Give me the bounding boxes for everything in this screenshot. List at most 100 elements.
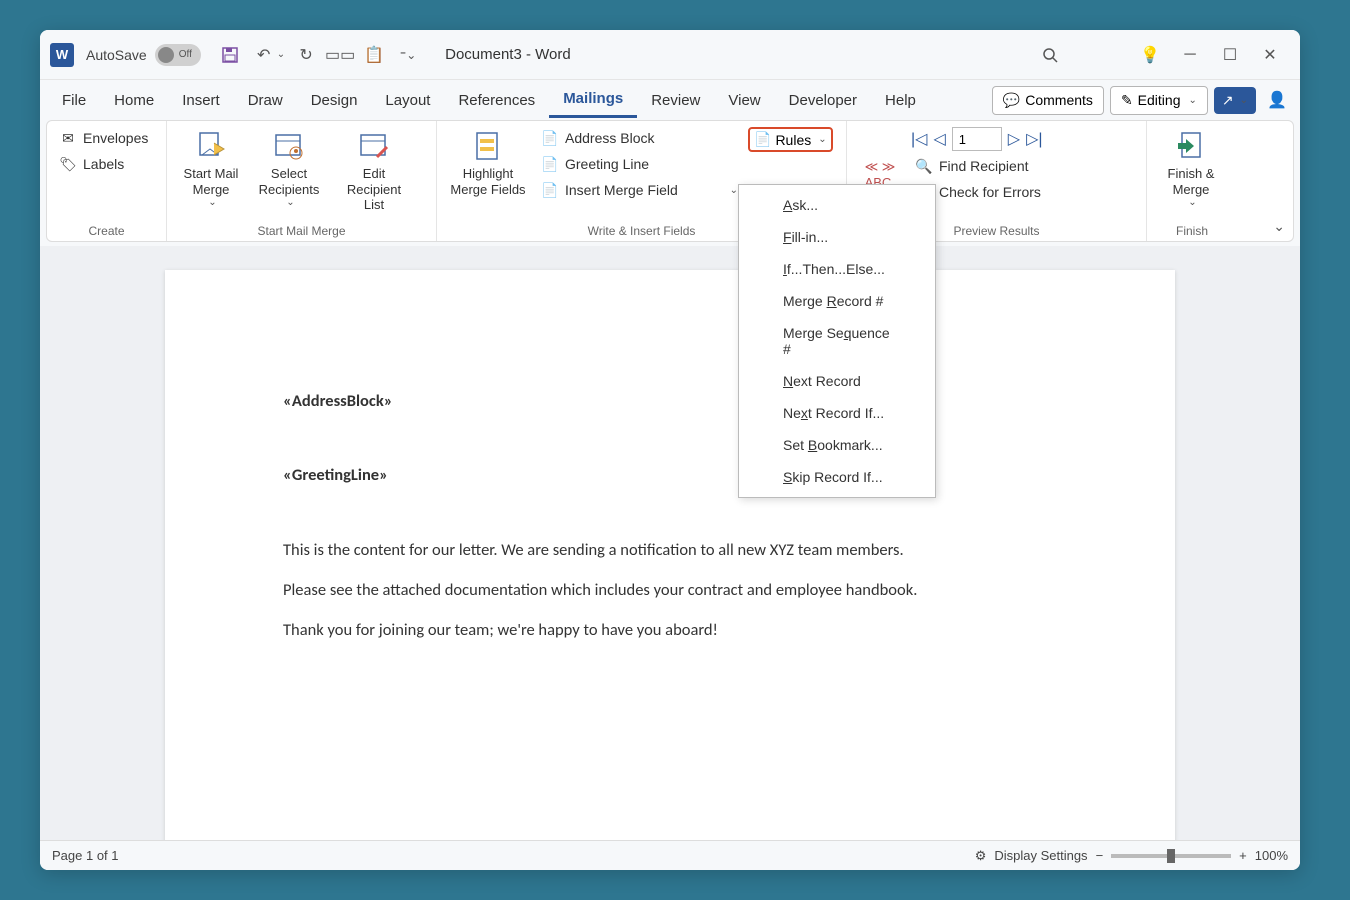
minimize-button[interactable]: ─ xyxy=(1170,35,1210,75)
insert-merge-field-button[interactable]: 📄 Insert Merge Field ⌄ xyxy=(537,179,742,201)
word-app-icon: W xyxy=(50,43,74,67)
group-finish-label: Finish xyxy=(1155,222,1229,238)
ribbon: ✉ Envelopes 🏷 Labels Create Start Mail M… xyxy=(46,120,1294,242)
page[interactable]: «AddressBlock» «GreetingLine» This is th… xyxy=(165,270,1175,840)
editing-mode-button[interactable]: ✎ Editing ⌄ xyxy=(1110,86,1208,115)
tab-developer[interactable]: Developer xyxy=(775,84,871,117)
document-area[interactable]: «AddressBlock» «GreetingLine» This is th… xyxy=(40,246,1300,840)
label-icon: 🏷 xyxy=(59,155,77,173)
prev-record-button[interactable]: ◁ xyxy=(933,129,945,149)
last-record-button[interactable]: ▷| xyxy=(1026,129,1042,149)
finish-icon xyxy=(1174,129,1208,163)
autosave-toggle[interactable]: Off xyxy=(155,44,201,66)
address-block-button[interactable]: 📄 Address Block xyxy=(537,127,742,149)
select-recipients-button[interactable]: Select Recipients⌄ xyxy=(253,127,325,222)
tab-view[interactable]: View xyxy=(714,84,774,117)
chevron-down-icon: ⌄ xyxy=(1188,95,1196,106)
collapse-ribbon-button[interactable]: ⌄ xyxy=(1273,218,1285,235)
document-title: Document3 - Word xyxy=(445,46,571,63)
address-block-icon: 📄 xyxy=(541,129,559,147)
rules-menu-item-2[interactable]: If...Then...Else... xyxy=(739,253,935,285)
tab-help[interactable]: Help xyxy=(871,84,930,117)
rules-menu-item-0[interactable]: Ask... xyxy=(739,189,935,221)
edit-list-icon xyxy=(357,129,391,163)
search-icon[interactable] xyxy=(1030,35,1070,75)
finish-merge-button[interactable]: Finish & Merge⌄ xyxy=(1155,127,1227,222)
lightbulb-icon[interactable]: 💡 xyxy=(1130,35,1170,75)
zoom-in-button[interactable]: + xyxy=(1239,848,1247,863)
comment-icon: 💬 xyxy=(1003,92,1020,109)
edit-recipient-list-button[interactable]: Edit Recipient List xyxy=(331,127,417,222)
rules-menu-item-8[interactable]: Skip Record If... xyxy=(739,461,935,493)
record-number-input[interactable] xyxy=(952,127,1002,151)
rules-menu-item-7[interactable]: Set Bookmark... xyxy=(739,429,935,461)
zoom-slider[interactable] xyxy=(1111,854,1231,858)
body-para-1[interactable]: This is the content for our letter. We a… xyxy=(283,539,1065,561)
rules-menu-item-3[interactable]: Merge Record # xyxy=(739,285,935,317)
tab-file[interactable]: File xyxy=(48,84,100,117)
greeting-line-field[interactable]: «GreetingLine» xyxy=(283,464,1065,486)
share-icon: ↗ xyxy=(1222,92,1234,109)
body-para-3[interactable]: Thank you for joining our team; we're ha… xyxy=(283,619,1065,641)
page-indicator[interactable]: Page 1 of 1 xyxy=(52,848,119,863)
display-settings-button[interactable]: Display Settings xyxy=(994,848,1087,863)
record-nav: |◁ ◁ ▷ ▷| xyxy=(911,127,1138,151)
tab-home[interactable]: Home xyxy=(100,84,168,117)
collab-icon[interactable]: 👤 xyxy=(1262,80,1292,120)
group-start-mail-merge-label: Start Mail Merge xyxy=(175,222,428,238)
find-recipient-button[interactable]: 🔍 Find Recipient xyxy=(911,155,1138,177)
rules-menu-item-1[interactable]: Fill-in... xyxy=(739,221,935,253)
rules-icon: 📄 xyxy=(754,131,771,148)
ribbon-tabs: File Home Insert Draw Design Layout Refe… xyxy=(40,80,1300,120)
tab-draw[interactable]: Draw xyxy=(234,84,297,117)
rules-menu-item-6[interactable]: Next Record If... xyxy=(739,397,935,429)
paste-qat-icon[interactable]: 📋 xyxy=(359,40,389,70)
rules-menu-item-4[interactable]: Merge Sequence # xyxy=(739,317,935,365)
undo-caret[interactable]: ⌄ xyxy=(277,49,285,60)
greeting-line-button[interactable]: 📄 Greeting Line xyxy=(537,153,742,175)
tab-mailings[interactable]: Mailings xyxy=(549,82,637,118)
maximize-button[interactable]: ☐ xyxy=(1210,35,1250,75)
close-button[interactable]: ✕ xyxy=(1250,35,1290,75)
envelopes-button[interactable]: ✉ Envelopes xyxy=(55,127,158,149)
share-button[interactable]: ↗ ⌄ xyxy=(1214,87,1256,114)
customize-qat-caret[interactable]: ⁼⌄ xyxy=(393,40,423,70)
tab-layout[interactable]: Layout xyxy=(371,84,444,117)
rules-menu-item-5[interactable]: Next Record xyxy=(739,365,935,397)
tab-design[interactable]: Design xyxy=(297,84,372,117)
rules-dropdown: Ask...Fill-in...If...Then...Else...Merge… xyxy=(738,184,936,498)
display-settings-icon[interactable]: ⚙ xyxy=(975,848,987,864)
check-errors-button[interactable]: 📄 Check for Errors xyxy=(911,181,1138,203)
comments-button[interactable]: 💬 Comments xyxy=(992,86,1104,115)
pencil-icon: ✎ xyxy=(1121,92,1133,109)
view-reading-icon[interactable]: ▭▭ xyxy=(325,40,355,70)
address-block-field[interactable]: «AddressBlock» xyxy=(283,390,1065,412)
titlebar: W AutoSave Off ↶ ⌄ ↻ ▭▭ 📋 ⁼⌄ Document3 -… xyxy=(40,30,1300,80)
find-icon: 🔍 xyxy=(915,157,933,175)
start-mail-merge-button[interactable]: Start Mail Merge⌄ xyxy=(175,127,247,222)
zoom-level[interactable]: 100% xyxy=(1255,848,1288,863)
highlight-merge-fields-button[interactable]: Highlight Merge Fields xyxy=(445,127,531,222)
body-para-2[interactable]: Please see the attached documentation wh… xyxy=(283,579,1065,601)
autosave-label: AutoSave xyxy=(86,47,147,63)
recipients-icon xyxy=(272,129,306,163)
undo-button[interactable]: ↶ xyxy=(249,40,279,70)
first-record-button[interactable]: |◁ xyxy=(911,129,927,149)
mail-merge-icon xyxy=(194,129,228,163)
tab-insert[interactable]: Insert xyxy=(168,84,234,117)
labels-button[interactable]: 🏷 Labels xyxy=(55,153,158,175)
zoom-out-button[interactable]: − xyxy=(1096,848,1104,863)
greeting-icon: 📄 xyxy=(541,155,559,173)
autosave-state: Off xyxy=(179,49,192,60)
insert-field-icon: 📄 xyxy=(541,181,559,199)
statusbar: Page 1 of 1 ⚙ Display Settings − + 100% xyxy=(40,840,1300,870)
tab-review[interactable]: Review xyxy=(637,84,714,117)
next-record-button[interactable]: ▷ xyxy=(1008,129,1020,149)
save-button[interactable] xyxy=(215,40,245,70)
envelope-icon: ✉ xyxy=(59,129,77,147)
rules-button[interactable]: 📄 Rules ⌄ xyxy=(748,127,833,152)
redo-button[interactable]: ↻ xyxy=(291,40,321,70)
highlight-icon xyxy=(471,129,505,163)
word-window: W AutoSave Off ↶ ⌄ ↻ ▭▭ 📋 ⁼⌄ Document3 -… xyxy=(40,30,1300,870)
tab-references[interactable]: References xyxy=(444,84,549,117)
